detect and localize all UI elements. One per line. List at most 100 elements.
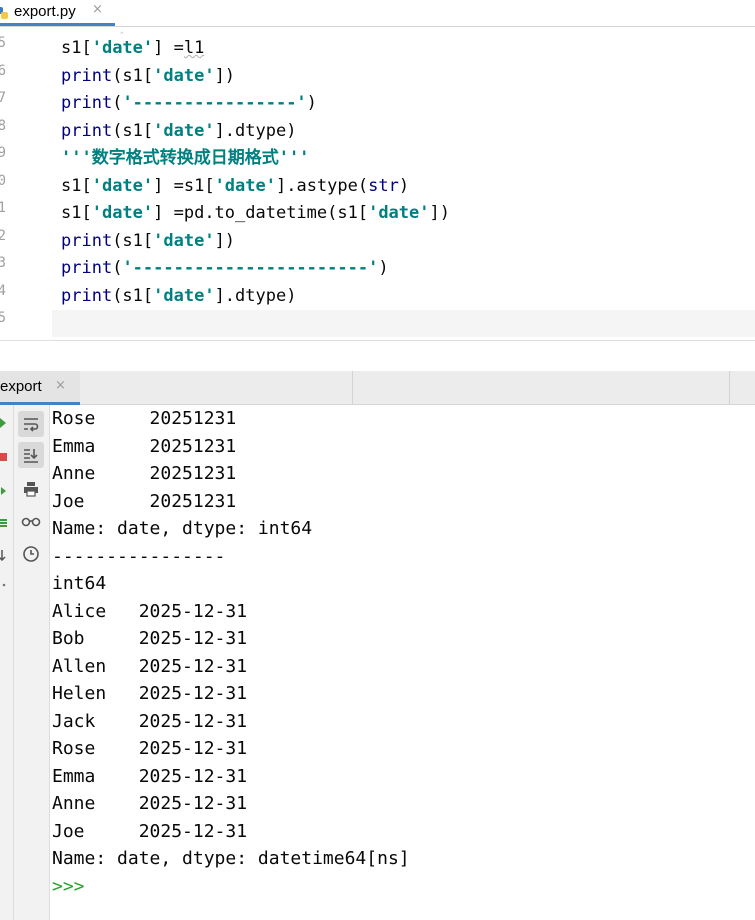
run-console[interactable]: Rose 20251231 Emma 20251231 Anne 20251231 J… (0, 405, 755, 920)
close-icon[interactable]: × (92, 2, 103, 17)
code-line[interactable]: s1['date'] =l1 (61, 35, 204, 62)
line-number: 3 (0, 255, 6, 271)
code-line[interactable]: print(s1['date'].dtype) (61, 118, 296, 145)
pin-icon[interactable] (0, 579, 7, 591)
sort-icon[interactable] (0, 549, 7, 561)
code-line[interactable]: s1['date'] =s1['date'].astype(str) (61, 173, 409, 200)
inspect-button[interactable] (18, 508, 44, 534)
code-token: s1[ (61, 38, 92, 58)
editor-tab-export-py[interactable]: export.py × (0, 0, 115, 26)
console-line: Rose 20251231 (52, 408, 237, 429)
line-number: 7 (0, 90, 6, 106)
line-number: 8 (0, 117, 6, 134)
code-token: ] =pd.to_datetime(s1[ (153, 203, 369, 223)
line-number-gutter: 5 6 7 8 9 0 1 2 3 4 5 (0, 27, 52, 340)
code-token: ] =s1[ (153, 175, 215, 196)
code-token: ].astype( (275, 175, 369, 196)
clock-icon (23, 546, 39, 562)
line-number: 2 (0, 227, 6, 244)
python-file-icon (0, 7, 8, 19)
scroll-to-end-icon (24, 449, 38, 463)
code-token: ]) (429, 203, 450, 223)
header-divider (729, 371, 730, 405)
code-token: 'date' (91, 175, 154, 196)
soft-wrap-button[interactable] (18, 411, 44, 437)
code-token: ) (398, 175, 410, 196)
code-token: s1[ (61, 203, 92, 223)
code-line[interactable]: print(s1['date']) (61, 63, 235, 90)
code-token: 'date' (91, 203, 154, 223)
console-line: Helen 2025-12-31 (52, 683, 248, 704)
editor-tab-bar: export.py × (0, 0, 755, 27)
code-token: ].dtype) (214, 285, 297, 306)
code-token: print (61, 65, 113, 86)
code-token: ]) (214, 65, 236, 86)
scroll-to-end-button[interactable] (18, 442, 44, 468)
code-token: '----------------' (122, 93, 307, 113)
run-tab-export[interactable]: export × (0, 371, 80, 405)
console-line: Name: date, dtype: datetime64[ns] (52, 848, 410, 869)
console-line: Jack 2025-12-31 (52, 710, 248, 732)
code-token: print (61, 285, 113, 306)
code-token: (s1[ (112, 120, 154, 141)
line-number: 6 (0, 62, 6, 79)
header-divider (352, 371, 353, 405)
code-token: 'date' (91, 38, 154, 58)
layout-icon[interactable] (0, 517, 7, 529)
stop-icon[interactable] (0, 451, 7, 463)
pane-splitter[interactable] (0, 340, 755, 371)
code-token: 'date' (153, 120, 215, 141)
line-number: 4 (0, 282, 6, 299)
line-number: 5 (0, 35, 6, 51)
console-toolbar (14, 405, 50, 920)
code-line[interactable]: print(s1['date']) (61, 228, 235, 255)
code-token: 'date' (368, 203, 430, 223)
line-number: 0 (0, 172, 6, 189)
console-line: ---------------- (52, 545, 226, 567)
run-tool-window-header: export × (0, 371, 755, 405)
code-token: ].dtype) (214, 120, 297, 141)
code-line[interactable]: '''数字格式转换成日期格式''' (61, 145, 309, 172)
code-token: print (61, 258, 113, 278)
run-actions-strip (0, 405, 14, 920)
console-line: int64 (52, 573, 107, 594)
console-line: Joe 20251231 (52, 490, 237, 512)
console-line: Allen 2025-12-31 (52, 655, 248, 677)
code-token: l1 (183, 38, 205, 58)
run-icon[interactable] (0, 485, 7, 497)
code-token: ] = (153, 38, 184, 58)
code-token: ) (378, 258, 389, 278)
console-line: Alice 2025-12-31 (52, 600, 248, 622)
code-line[interactable]: print(s1['date'].dtype) (61, 283, 296, 310)
code-token: 'date' (153, 65, 215, 86)
code-line[interactable]: print('-----------------------') (61, 255, 389, 282)
run-tab-label: export (0, 378, 42, 395)
fold-marker: ‸ (120, 21, 124, 34)
print-button[interactable] (18, 476, 44, 502)
console-line: Emma 2025-12-31 (52, 765, 248, 787)
code-token: (s1[ (112, 230, 154, 251)
console-line: Rose 2025-12-31 (52, 738, 248, 759)
console-line: Name: date, dtype: int64 (52, 518, 313, 539)
close-icon[interactable]: × (55, 378, 66, 393)
code-token: '-----------------------' (122, 258, 379, 278)
editor-tab-label: export.py (14, 3, 76, 20)
line-number: 9 (0, 145, 6, 161)
code-editor[interactable]: 56789012345 ‸ s1['date'] =l1 print(s1['da… (0, 21, 755, 340)
code-token: print (61, 230, 113, 251)
code-line[interactable]: s1['date'] =pd.to_datetime(s1['date']) (61, 200, 450, 227)
code-token: 'date' (214, 175, 276, 196)
glasses-icon (21, 517, 41, 527)
code-token: 'date' (153, 285, 215, 306)
code-line[interactable]: print('----------------') (61, 90, 317, 117)
console-prompt[interactable]: >>> (52, 873, 85, 900)
code-token: print (61, 120, 113, 141)
code-token: str (368, 175, 399, 196)
line-number: 5 (0, 310, 6, 326)
print-icon (24, 482, 38, 497)
console-line: Anne 2025-12-31 (52, 793, 248, 814)
code-token: ( (112, 258, 123, 278)
history-button[interactable] (18, 541, 44, 567)
rerun-icon[interactable] (0, 417, 7, 429)
code-token: print (61, 93, 113, 113)
